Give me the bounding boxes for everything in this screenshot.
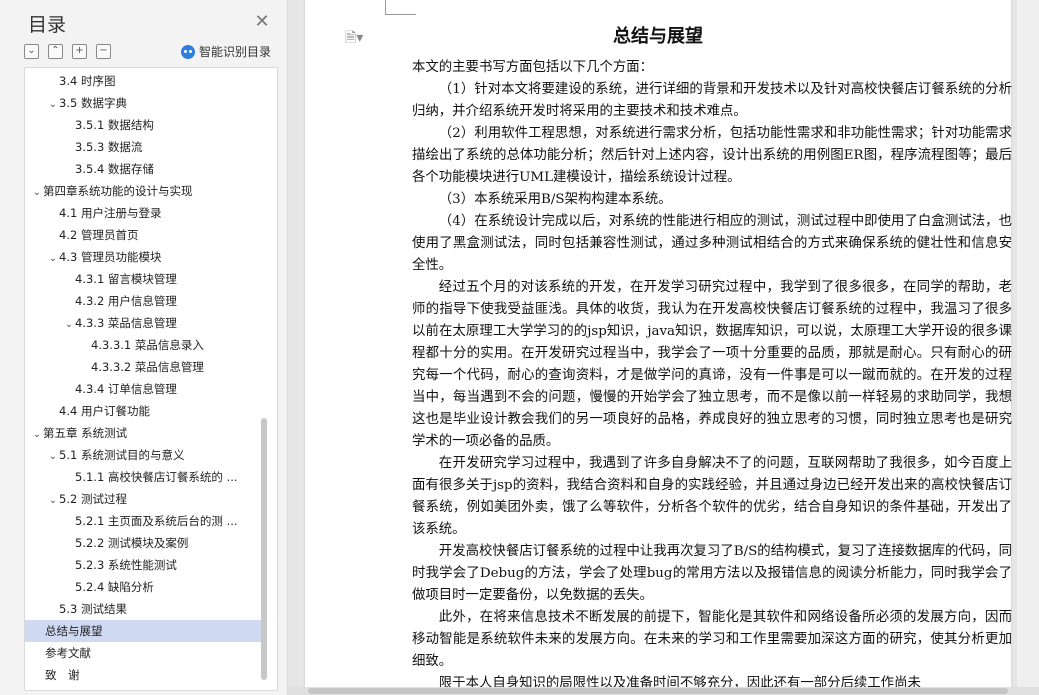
toc-item-label: 4.3.3.1 菜品信息录入 bbox=[91, 338, 204, 352]
toc-item-label: 4.2 管理员首页 bbox=[59, 228, 139, 242]
toc-item[interactable]: ⌄ 5.1 系统测试目的与意义 bbox=[25, 444, 277, 466]
scrollbar-thumb[interactable] bbox=[308, 688, 1008, 694]
toc-item[interactable]: ⌄ 4.3.3 菜品信息管理 bbox=[25, 312, 277, 334]
horizontal-scrollbar[interactable] bbox=[288, 687, 1039, 695]
toc-toolbar: ⌄ ⌃ + − bbox=[24, 44, 111, 59]
toc-item-label: 5.2.2 测试模块及案例 bbox=[75, 536, 189, 550]
toc-item-label: 4.4 用户订餐功能 bbox=[59, 404, 150, 418]
paragraph: 经过五个月的对该系统的开发，在开发学习研究过程中，我学到了很多很多，在同学的帮助… bbox=[412, 280, 1012, 449]
chevron-down-icon[interactable]: ⌄ bbox=[47, 490, 59, 510]
paragraph: 开发高校快餐店订餐系统的过程中让我再次复习了B/S的结构模式，复习了连接数据库的… bbox=[412, 544, 1012, 603]
toc-item-label: 第四章系统功能的设计与实现 bbox=[43, 184, 193, 198]
toc-item-label: 4.3 管理员功能模块 bbox=[59, 250, 162, 264]
toc-item-label: 致 谢 bbox=[45, 668, 80, 682]
toc-item[interactable]: 4.3.3.2 菜品信息管理 bbox=[25, 356, 277, 378]
toc-item[interactable]: 4.3.4 订单信息管理 bbox=[25, 378, 277, 400]
toc-item[interactable]: 3.4 时序图 bbox=[25, 70, 277, 92]
paragraph: （2）利用软件工程思想，对系统进行需求分析，包括功能性需求和非功能性需求；针对功… bbox=[412, 126, 1012, 185]
paragraph: 在开发研究学习过程中，我遇到了许多自身解决不了的问题，互联网帮助了我很多，如今百… bbox=[412, 456, 1012, 537]
toc-item[interactable]: 4.3.2 用户信息管理 bbox=[25, 290, 277, 312]
toc-item[interactable]: 4.4 用户订餐功能 bbox=[25, 400, 277, 422]
smart-recognize-toc-button[interactable]: 智能识别目录 bbox=[181, 43, 271, 60]
document-body[interactable]: 本文的主要书写方面包括以下几个方面： （1）针对本文将要建设的系统，进行详细的背… bbox=[412, 57, 1012, 695]
toc-item-label: 第五章 系统测试 bbox=[43, 426, 128, 440]
toc-scrollbar[interactable] bbox=[261, 418, 267, 680]
toc-item[interactable]: 4.1 用户注册与登录 bbox=[25, 202, 277, 224]
document-area: 🗎▾ 总结与展望 本文的主要书写方面包括以下几个方面： （1）针对本文将要建设的… bbox=[288, 0, 1039, 695]
page-title: 总结与展望 bbox=[613, 26, 703, 47]
toc-item[interactable]: 5.1.1 高校快餐店订餐系统的 ... bbox=[25, 466, 277, 488]
toc-title: 目录 bbox=[28, 14, 67, 36]
toc-item-label: 参考文献 bbox=[45, 646, 91, 660]
chevron-down-icon[interactable]: ⌄ bbox=[47, 94, 59, 114]
smart-recognize-label: 智能识别目录 bbox=[199, 45, 272, 59]
toc-item[interactable]: ⌄ 4.3 管理员功能模块 bbox=[25, 246, 277, 268]
chevron-down-icon[interactable]: ⌄ bbox=[31, 182, 43, 202]
chevron-down-icon[interactable]: ⌄ bbox=[47, 248, 59, 268]
toc-item[interactable]: 4.3.3.1 菜品信息录入 bbox=[25, 334, 277, 356]
toc-item[interactable]: 致 谢 bbox=[25, 664, 263, 686]
toc-item[interactable]: 5.2.1 主页面及系统后台的测 ... bbox=[25, 510, 277, 532]
toc-item[interactable]: 5.2.2 测试模块及案例 bbox=[25, 532, 277, 554]
toc-item-label: 4.3.2 用户信息管理 bbox=[75, 294, 177, 308]
toc-item[interactable]: 4.2 管理员首页 bbox=[25, 224, 277, 246]
close-icon[interactable]: ✕ bbox=[254, 13, 270, 31]
paragraph: 此外，在将来信息技术不断发展的前提下，智能化是其软件和网络设备所必须的发展方向，… bbox=[412, 610, 1012, 669]
toc-item-label: 3.5.3 数据流 bbox=[75, 140, 143, 154]
chevron-down-icon[interactable]: ⌄ bbox=[47, 446, 59, 466]
page-margin-corner bbox=[385, 0, 416, 15]
toc-item[interactable]: ⌄ 3.5 数据字典 bbox=[25, 92, 277, 114]
robot-icon bbox=[181, 44, 195, 59]
paragraph: （3）本系统采用B/S架构构建本系统。 bbox=[438, 192, 672, 207]
toc-item-label: 5.2.4 缺陷分析 bbox=[75, 580, 154, 594]
paragraph: （4）在系统设计完成以后，对系统的性能进行相应的测试，测试过程中即使用了白盒测试… bbox=[412, 214, 1012, 273]
toc-item-label: 总结与展望 bbox=[45, 624, 103, 638]
toc-item-label: 4.3.3 菜品信息管理 bbox=[75, 316, 177, 330]
toc-item-label: 4.3.3.2 菜品信息管理 bbox=[91, 360, 204, 374]
toc-item[interactable]: 4.3.1 留言模块管理 bbox=[25, 268, 277, 290]
expand-all-icon[interactable]: ⌃ bbox=[48, 44, 63, 59]
toc-item[interactable]: ⌄ 第五章 系统测试 bbox=[25, 422, 265, 444]
remove-heading-icon[interactable]: − bbox=[96, 44, 111, 59]
collapse-all-icon[interactable]: ⌄ bbox=[24, 44, 39, 59]
toc-item-label: 3.5 数据字典 bbox=[59, 96, 127, 110]
toc-item[interactable]: 5.2.4 缺陷分析 bbox=[25, 576, 277, 598]
paragraph: （1）针对本文将要建设的系统，进行详细的背景和开发技术以及针对高校快餐店订餐系统… bbox=[412, 82, 1012, 119]
toc-item-label: 3.5.4 数据存储 bbox=[75, 162, 154, 176]
toc-item[interactable]: 3.5.4 数据存储 bbox=[25, 158, 277, 180]
toc-item[interactable]: ⌄ 5.2 测试过程 bbox=[25, 488, 277, 510]
toc-tree: 致 谢 参考文献 总结与展望 5.3 测试结果 5.2.4 缺陷分析 5.2.3 系统性能… bbox=[24, 67, 278, 691]
toc-item[interactable]: 5.2.3 系统性能测试 bbox=[25, 554, 277, 576]
toc-item-label: 5.2.1 主页面及系统后台的测 ... bbox=[75, 514, 238, 528]
toc-item-label: 5.2.3 系统性能测试 bbox=[75, 558, 177, 572]
toc-item[interactable]: 参考文献 bbox=[25, 642, 263, 664]
toc-item[interactable]: 3.5.3 数据流 bbox=[25, 136, 277, 158]
toc-item-label: 5.2 测试过程 bbox=[59, 492, 127, 506]
toc-item-label: 4.1 用户注册与登录 bbox=[59, 206, 162, 220]
toc-item-label: 5.1 系统测试目的与意义 bbox=[59, 448, 185, 462]
toc-item[interactable]: 3.5.1 数据结构 bbox=[25, 114, 277, 136]
toc-item-label: 4.3.1 留言模块管理 bbox=[75, 272, 177, 286]
chevron-down-icon[interactable]: ⌄ bbox=[63, 314, 75, 334]
toc-item-label: 3.5.1 数据结构 bbox=[75, 118, 154, 132]
paragraph: 本文的主要书写方面包括以下几个方面： bbox=[412, 60, 654, 75]
add-heading-icon[interactable]: + bbox=[72, 44, 87, 59]
vertical-scrollbar[interactable] bbox=[1017, 0, 1039, 695]
toc-item[interactable]: ⌄ 第四章系统功能的设计与实现 bbox=[25, 180, 265, 202]
toc-item-label: 5.3 测试结果 bbox=[59, 602, 127, 616]
toc-panel: 目录 ✕ ⌄ ⌃ + − 智能识别目录 致 谢 参考文献 总结与展望 5.3 测试结果… bbox=[0, 0, 288, 695]
toc-item-label: 3.4 时序图 bbox=[59, 74, 116, 88]
toc-item-label: 4.3.4 订单信息管理 bbox=[75, 382, 177, 396]
toc-item[interactable]: 5.3 测试结果 bbox=[25, 598, 277, 620]
toc-item-label: 5.1.1 高校快餐店订餐系统的 ... bbox=[75, 470, 238, 484]
chevron-down-icon[interactable]: ⌄ bbox=[31, 424, 43, 444]
toc-item[interactable]: 总结与展望 bbox=[25, 620, 263, 642]
document-page: 🗎▾ 总结与展望 本文的主要书写方面包括以下几个方面： （1）针对本文将要建设的… bbox=[305, 0, 1012, 695]
